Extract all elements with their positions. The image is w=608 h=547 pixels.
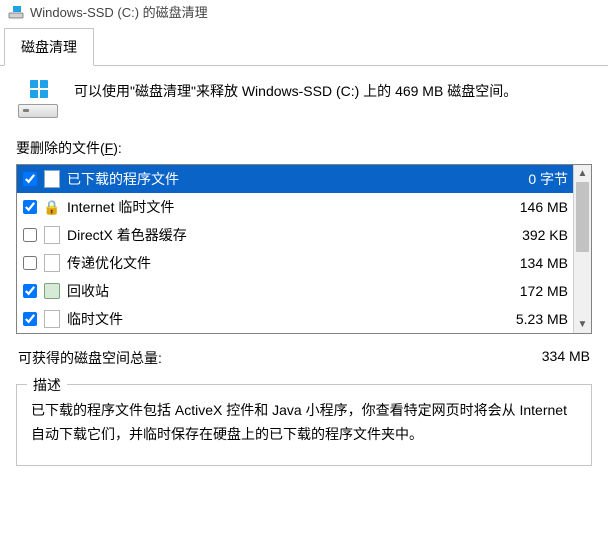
app-icon (8, 4, 24, 20)
intro-row: 可以使用"磁盘清理"来释放 Windows-SSD (C:) 上的 469 MB… (16, 80, 592, 118)
total-label: 可获得的磁盘空间总量: (18, 348, 162, 368)
lock-icon: 🔒 (43, 198, 61, 216)
row-name: DirectX 着色器缓存 (67, 225, 514, 245)
list-item[interactable]: 传递优化文件 134 MB (17, 249, 574, 277)
page-icon (43, 170, 61, 188)
blank-icon (43, 310, 61, 328)
row-checkbox[interactable] (23, 228, 37, 242)
drive-icon (16, 80, 60, 118)
list-item[interactable]: 临时文件 5.23 MB (17, 305, 574, 333)
tab-disk-cleanup[interactable]: 磁盘清理 (4, 28, 94, 66)
list-item[interactable]: 已下载的程序文件 0 字节 (17, 165, 574, 193)
scroll-down-icon[interactable]: ▼ (574, 316, 591, 333)
row-checkbox[interactable] (23, 312, 37, 326)
tab-page: 可以使用"磁盘清理"来释放 Windows-SSD (C:) 上的 469 MB… (0, 66, 608, 478)
disk-cleanup-window: Windows-SSD (C:) 的磁盘清理 磁盘清理 可以使用"磁盘清理"来释… (0, 0, 608, 478)
blank-icon (43, 254, 61, 272)
scrollbar[interactable]: ▲ ▼ (573, 165, 591, 333)
row-name: 临时文件 (67, 309, 508, 329)
files-to-delete-label: 要删除的文件(F): (16, 138, 592, 158)
recycle-icon (43, 282, 61, 300)
list-item[interactable]: DirectX 着色器缓存 392 KB (17, 221, 574, 249)
intro-text: 可以使用"磁盘清理"来释放 Windows-SSD (C:) 上的 469 MB… (74, 80, 592, 102)
row-name: Internet 临时文件 (67, 197, 512, 217)
row-checkbox[interactable] (23, 200, 37, 214)
files-list[interactable]: 已下载的程序文件 0 字节 🔒 Internet 临时文件 146 MB DirectX … (16, 164, 592, 334)
row-name: 传递优化文件 (67, 253, 512, 273)
list-item[interactable]: 🔒 Internet 临时文件 146 MB (17, 193, 574, 221)
row-size: 5.23 MB (516, 311, 568, 327)
tab-strip: 磁盘清理 (0, 27, 608, 66)
total-row: 可获得的磁盘空间总量: 334 MB (16, 348, 592, 368)
scroll-track[interactable] (574, 182, 591, 316)
list-item[interactable]: 回收站 172 MB (17, 277, 574, 305)
blank-icon (43, 226, 61, 244)
description-group: 描述 已下载的程序文件包括 ActiveX 控件和 Java 小程序，你查看特定… (16, 384, 592, 466)
scroll-thumb[interactable] (576, 182, 589, 252)
row-size: 134 MB (520, 255, 568, 271)
row-checkbox[interactable] (23, 256, 37, 270)
row-checkbox[interactable] (23, 284, 37, 298)
row-checkbox[interactable] (23, 172, 37, 186)
row-name: 已下载的程序文件 (67, 169, 520, 189)
row-name: 回收站 (67, 281, 512, 301)
row-size: 146 MB (520, 199, 568, 215)
window-title: Windows-SSD (C:) 的磁盘清理 (30, 2, 208, 21)
description-body: 已下载的程序文件包括 ActiveX 控件和 Java 小程序，你查看特定网页时… (31, 399, 577, 447)
scroll-up-icon[interactable]: ▲ (574, 165, 591, 182)
titlebar: Windows-SSD (C:) 的磁盘清理 (0, 0, 608, 27)
row-size: 0 字节 (528, 169, 568, 189)
row-size: 172 MB (520, 283, 568, 299)
row-size: 392 KB (522, 227, 568, 243)
total-value: 334 MB (542, 348, 590, 368)
description-legend: 描述 (27, 375, 67, 395)
